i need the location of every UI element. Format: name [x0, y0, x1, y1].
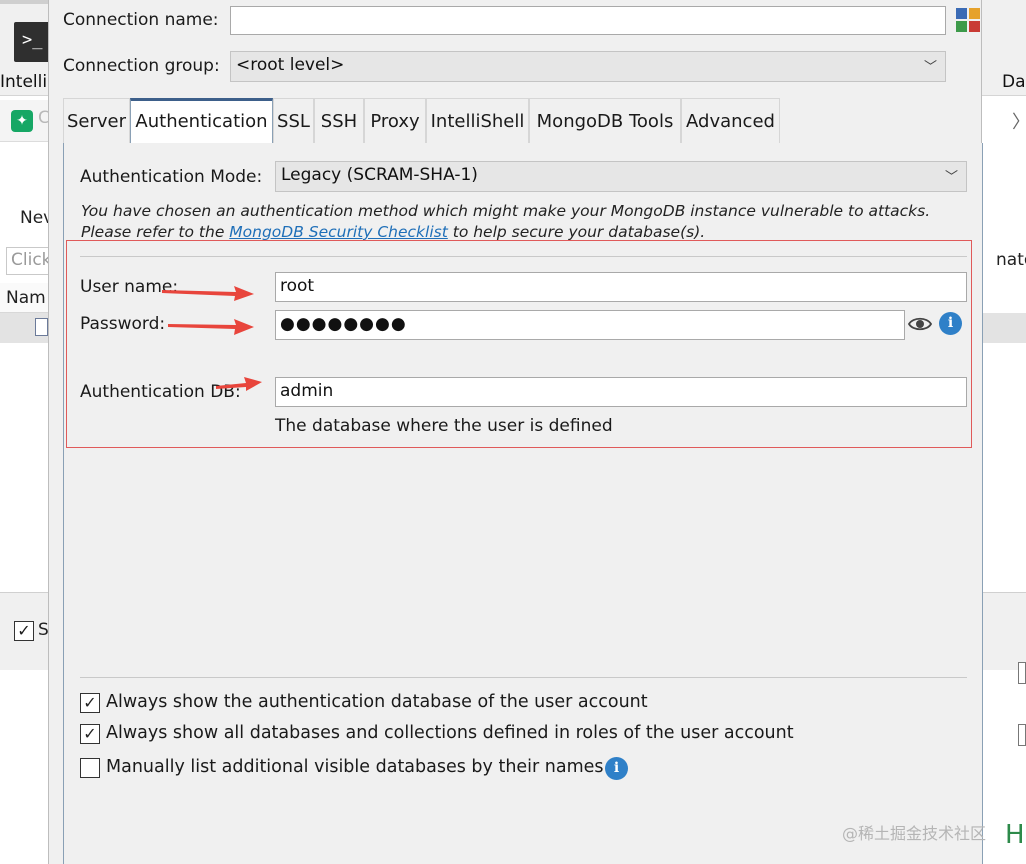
- auth-db-input[interactable]: admin: [275, 377, 967, 407]
- password-info-icon[interactable]: i: [939, 312, 962, 335]
- tab-intellishell[interactable]: IntelliShell: [426, 98, 529, 143]
- auth-mode-label: Authentication Mode:: [80, 167, 263, 187]
- watermark: @稀土掘金技术社区: [842, 824, 987, 843]
- connection-name-input[interactable]: [230, 6, 946, 35]
- manual-databases-checkbox[interactable]: [80, 758, 100, 778]
- background-column-header[interactable]: Nam: [6, 288, 46, 308]
- annotation-arrow: [216, 377, 262, 391]
- background-right-title: Da: [1002, 72, 1026, 92]
- tab-proxy[interactable]: Proxy: [364, 98, 426, 143]
- show-password-eye-icon[interactable]: [907, 312, 933, 336]
- username-input[interactable]: root: [275, 272, 967, 302]
- annotation-arrow: [168, 319, 254, 335]
- connection-group-value: <root level>: [236, 55, 345, 75]
- background-right-control[interactable]: [1018, 724, 1026, 746]
- tab-ssh[interactable]: SSH: [314, 98, 364, 143]
- tab-server[interactable]: Server: [63, 98, 130, 143]
- warning-text: Please refer to the: [81, 223, 230, 241]
- terminal-icon[interactable]: >_: [14, 22, 48, 62]
- password-input[interactable]: ●●●●●●●●: [275, 310, 905, 340]
- separator: [80, 677, 967, 678]
- background-top-line: [0, 0, 48, 4]
- auth-mode-select[interactable]: Legacy (SCRAM-SHA-1) ﹀: [275, 161, 967, 192]
- tab-ssl[interactable]: SSL: [273, 98, 314, 143]
- connection-file-icon: [35, 318, 48, 336]
- background-window-title: IntelliS: [0, 72, 48, 92]
- chevron-down-icon: ﹀: [944, 170, 958, 185]
- show-roles-checkbox[interactable]: ✓: [80, 724, 100, 744]
- background-right-control[interactable]: [1018, 662, 1026, 684]
- annotation-arrow: [162, 286, 254, 301]
- background-right-text: nato: [996, 250, 1026, 270]
- manual-databases-info-icon[interactable]: i: [605, 757, 628, 780]
- security-warning-line1: You have chosen an authentication method…: [81, 202, 931, 220]
- security-checklist-link[interactable]: MongoDB Security Checklist: [229, 223, 448, 241]
- chevron-down-icon: ﹀: [923, 60, 937, 75]
- warning-text: to help secure your database(s).: [447, 223, 706, 241]
- background-right-letter: H: [1005, 820, 1025, 850]
- show-auth-db-label: Always show the authentication database …: [106, 692, 648, 712]
- show-auth-db-checkbox[interactable]: ✓: [80, 693, 100, 713]
- auth-mode-value: Legacy (SCRAM-SHA-1): [281, 165, 478, 185]
- manual-databases-label: Manually list additional visible databas…: [106, 757, 604, 777]
- security-warning-line2: Please refer to the MongoDB Security Che…: [81, 223, 705, 241]
- tab-authentication[interactable]: Authentication: [130, 98, 273, 144]
- connection-group-select[interactable]: <root level> ﹀: [230, 51, 946, 82]
- auth-db-hint: The database where the user is defined: [275, 416, 613, 436]
- password-label: Password:: [80, 314, 166, 334]
- show-roles-label: Always show all databases and collection…: [106, 723, 794, 743]
- connection-group-label: Connection group:: [63, 56, 220, 76]
- tab-mongodb-tools[interactable]: MongoDB Tools: [529, 98, 681, 143]
- connection-name-label: Connection name:: [63, 10, 219, 30]
- mongodb-leaf-icon[interactable]: ✦: [11, 110, 33, 132]
- background-checkbox[interactable]: ✓: [14, 621, 34, 641]
- background-right-selected-row: [982, 313, 1026, 343]
- chevron-right-icon[interactable]: 〉: [1012, 108, 1026, 134]
- background-right-bottom-bar: [982, 592, 1026, 670]
- tab-advanced[interactable]: Advanced: [681, 98, 780, 143]
- separator: [80, 256, 967, 257]
- color-picker-icon[interactable]: [956, 8, 980, 32]
